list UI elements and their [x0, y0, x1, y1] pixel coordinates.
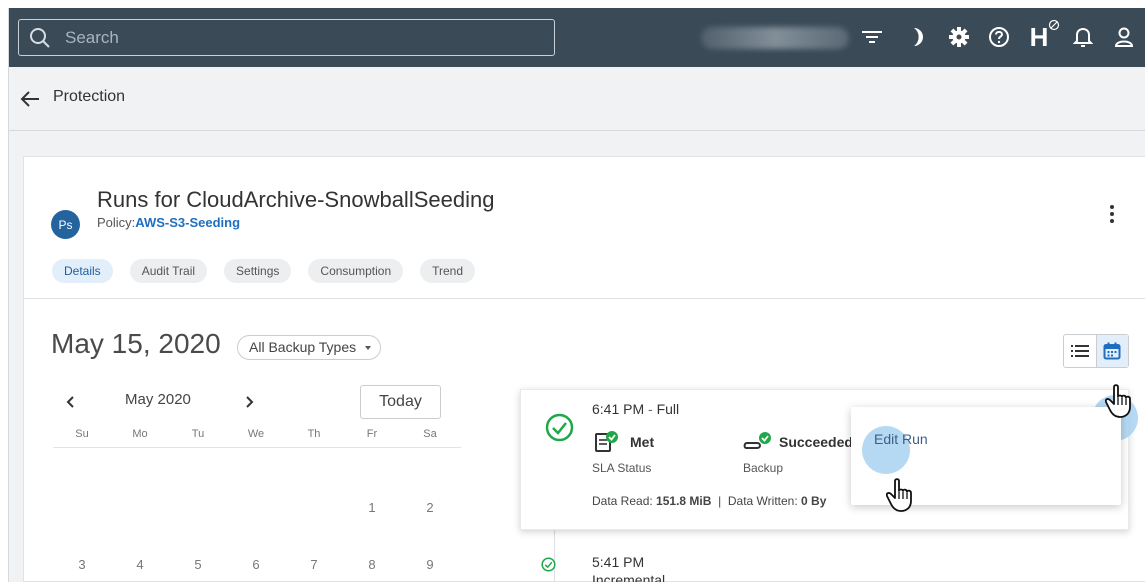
sla-status-label: SLA Status	[592, 461, 652, 475]
user-icon[interactable]	[1110, 23, 1138, 51]
calendar-week-row: 1 2	[53, 500, 461, 515]
backup-type-dropdown[interactable]: All Backup Types	[237, 335, 382, 360]
calendar-week-row: 3 4 5 6 7 8 9	[53, 557, 461, 572]
selected-date-title: May 15, 2020	[51, 328, 221, 359]
calendar-day[interactable]: 8	[343, 557, 401, 572]
hand-cursor-icon	[1105, 384, 1131, 418]
weekday-label: Fr	[366, 428, 378, 440]
weekday-label: Th	[307, 428, 321, 440]
run-type: Full	[656, 401, 680, 417]
divider	[24, 298, 1145, 299]
calendar-day[interactable]: 3	[53, 557, 111, 572]
calendar-view-button[interactable]	[1095, 335, 1128, 367]
backup-cloud-icon	[743, 432, 771, 449]
gear-icon[interactable]	[945, 23, 973, 51]
app-window: H Protection Ps Runs for CloudArchive-Sn…	[8, 8, 1145, 582]
calendar-day	[169, 500, 227, 515]
today-button[interactable]: Today	[360, 385, 441, 419]
run-data-summary: Data Read: 151.8 MiB | Data Written: 0 B…	[592, 494, 826, 508]
search-input[interactable]	[65, 23, 535, 52]
help-icon[interactable]	[985, 23, 1013, 51]
calendar-weekdays: Su Mo Tu We Th Fr Sa	[53, 428, 461, 448]
list-view-button[interactable]	[1064, 335, 1096, 367]
tab-bar: Details Audit Trail Settings Consumption…	[52, 259, 476, 283]
calendar-day	[227, 500, 285, 515]
run-time-value: 6:41 PM	[592, 401, 645, 417]
avatar: Ps	[51, 210, 80, 239]
edit-run-menu-item[interactable]: Edit Run	[874, 431, 928, 447]
page-more-icon[interactable]	[1106, 202, 1118, 226]
view-toggle	[1063, 334, 1129, 368]
success-check-icon	[545, 413, 574, 442]
calendar-icon	[1103, 342, 1121, 360]
filter-icon[interactable]	[858, 23, 886, 51]
bell-icon[interactable]	[1069, 23, 1097, 51]
data-meta-separator: |	[718, 494, 722, 508]
data-read-value: 151.8 MiB	[656, 494, 712, 508]
calendar-day[interactable]: 5	[169, 557, 227, 572]
calendar-day	[111, 500, 169, 515]
sla-status-value: Met	[630, 434, 655, 450]
sla-document-icon	[595, 431, 618, 452]
success-check-icon	[541, 557, 556, 572]
calendar-day[interactable]: 4	[111, 557, 169, 572]
calendar-day[interactable]: 2	[401, 500, 459, 515]
data-read-label: Data Read:	[592, 494, 653, 508]
run-time: 6:41 PM - Full	[592, 401, 679, 417]
hand-cursor-icon	[886, 478, 912, 512]
search-box[interactable]	[18, 19, 555, 56]
backup-status-label: Backup	[743, 461, 784, 475]
chevron-down-icon	[365, 346, 372, 350]
tab-trend[interactable]: Trend	[420, 259, 476, 283]
calendar-day[interactable]: 9	[401, 557, 459, 572]
run-time-separator: -	[648, 401, 653, 417]
backup-type-value: All Backup Types	[249, 339, 357, 355]
calendar-day	[53, 500, 111, 515]
tab-consumption[interactable]: Consumption	[308, 259, 404, 283]
calendar-month-label: May 2020	[125, 391, 191, 408]
list-icon	[1070, 345, 1089, 357]
policy-line: Policy:AWS-S3-Seeding	[97, 215, 240, 230]
weekday-label: Mo	[132, 428, 148, 440]
backup-status-value: Succeeded	[779, 434, 853, 450]
calendar-day[interactable]: 6	[227, 557, 285, 572]
weekday-label: Tu	[191, 428, 205, 440]
tab-settings[interactable]: Settings	[224, 259, 292, 283]
run-time-value[interactable]: 5:41 PM	[592, 554, 644, 570]
run-type: Incremental	[592, 572, 666, 582]
weekday-label: Sa	[423, 428, 437, 440]
moon-icon[interactable]	[905, 23, 933, 51]
page-title: Runs for CloudArchive-SnowballSeeding	[97, 187, 495, 212]
calendar-day[interactable]: 1	[343, 500, 401, 515]
runs-card: Ps Runs for CloudArchive-SnowballSeeding…	[23, 156, 1145, 582]
tab-details[interactable]: Details	[52, 259, 113, 283]
data-written-label: Data Written:	[727, 494, 798, 508]
policy-link[interactable]: AWS-S3-Seeding	[135, 215, 240, 230]
search-icon	[30, 28, 50, 48]
breadcrumb: Protection	[9, 67, 1145, 131]
prev-month-icon[interactable]	[64, 395, 78, 409]
weekday-label: We	[247, 428, 265, 440]
calendar-day[interactable]: 7	[285, 557, 343, 572]
breadcrumb-protection-link[interactable]: Protection	[53, 88, 125, 106]
top-bar: H	[9, 8, 1145, 67]
cluster-name-blurred[interactable]	[701, 27, 849, 49]
back-arrow-icon[interactable]	[19, 89, 41, 109]
policy-label: Policy:	[97, 215, 136, 230]
weekday-label: Su	[75, 428, 89, 440]
health-icon[interactable]: H	[1025, 19, 1059, 51]
data-written-value: 0 By	[801, 494, 827, 508]
tab-audit-trail[interactable]: Audit Trail	[129, 259, 208, 283]
calendar-day	[285, 500, 343, 515]
next-month-icon[interactable]	[242, 395, 256, 409]
